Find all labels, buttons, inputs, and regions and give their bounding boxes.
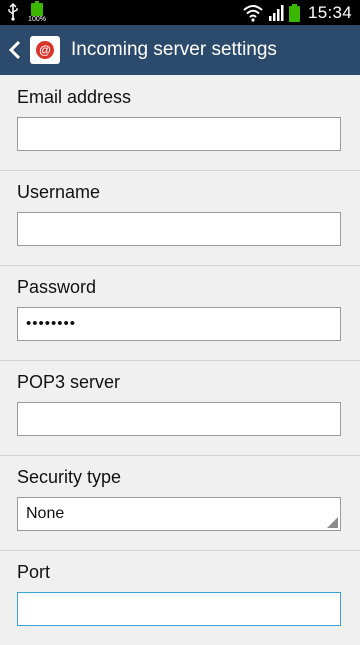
settings-form: Email address Username Password ••••••••… [0,75,360,640]
email-app-icon[interactable]: @ [30,36,60,64]
battery-icon [288,3,300,22]
username-field[interactable] [17,212,341,246]
battery-percent-label: 100% [28,16,46,23]
username-label: Username [17,182,101,202]
security-type-select[interactable]: None [17,497,341,531]
password-section: Password •••••••• [0,265,360,361]
page-title: Incoming server settings [71,39,277,60]
pop3-label: POP3 server [17,372,121,392]
status-bar: 100% 15:34 [0,0,360,25]
at-sign-icon: @ [36,41,54,59]
password-field[interactable]: •••••••• [17,307,341,341]
security-type-value: None [26,505,65,522]
usb-icon [8,3,18,21]
status-left: 100% [6,1,48,23]
port-field[interactable] [17,592,341,626]
password-label: Password [17,277,97,297]
email-field[interactable] [17,117,341,151]
security-label: Security type [17,467,122,487]
port-section: Port [0,550,360,645]
security-section: Security type None [0,455,360,551]
chevron-left-icon[interactable] [8,40,22,60]
wifi-icon [243,4,263,22]
battery-full-icon: 100% [26,1,48,23]
signal-icon [268,4,284,21]
port-label: Port [17,562,51,582]
dropdown-corner-icon [327,517,338,528]
email-section: Email address [0,75,360,171]
clock: 15:34 [307,2,352,22]
pop3-server-field[interactable] [17,402,341,436]
app-bar: @ Incoming server settings [0,25,360,75]
status-right: 15:34 [243,2,352,23]
pop3-section: POP3 server [0,360,360,456]
username-section: Username [0,170,360,266]
email-label: Email address [17,87,132,107]
